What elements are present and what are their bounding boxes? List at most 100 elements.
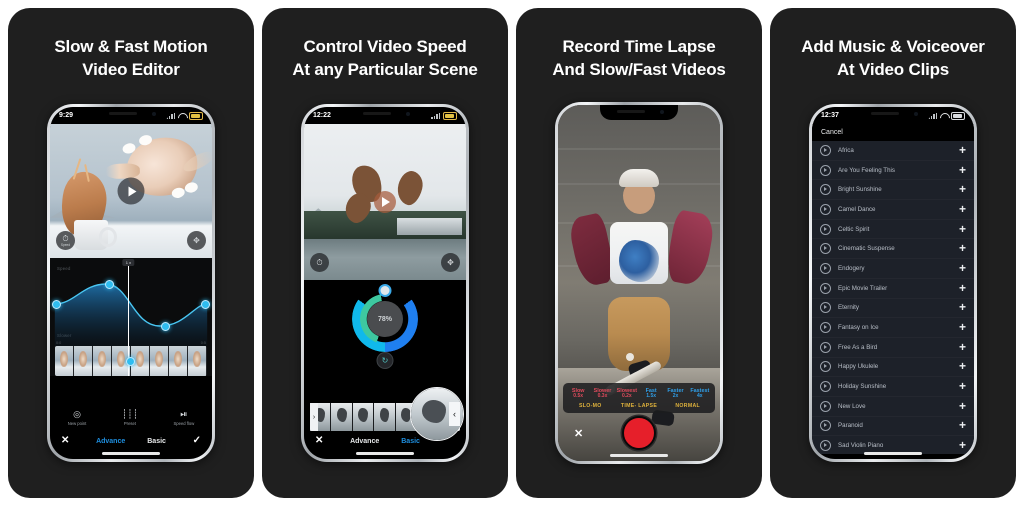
fullscreen-icon[interactable]: ✥ <box>441 253 460 272</box>
cancel-button[interactable]: Cancel <box>821 129 843 136</box>
close-icon[interactable]: ✕ <box>61 436 69 446</box>
plus-icon[interactable]: + <box>959 282 966 294</box>
list-item[interactable]: Epic Movie Trailer + <box>812 279 974 299</box>
shirt-graphic <box>619 240 659 283</box>
pants <box>608 297 670 372</box>
list-item[interactable]: Africa + <box>812 141 974 161</box>
curve-point[interactable] <box>201 300 210 309</box>
status-time: 12:22 <box>313 112 331 119</box>
mode-normal[interactable]: NORMAL <box>663 403 712 409</box>
close-icon[interactable]: ✕ <box>315 436 323 446</box>
play-circle-icon[interactable] <box>820 203 831 215</box>
tab-advance[interactable]: Advance <box>350 438 379 445</box>
tool-preset[interactable]: ┊┊┊ Preset <box>122 410 138 427</box>
speed-option-faster[interactable]: Faster 2x <box>663 388 687 400</box>
curve-point[interactable] <box>52 300 61 309</box>
speed-flow-icon: ⏯ <box>180 409 188 419</box>
play-circle-icon[interactable] <box>820 400 831 412</box>
phone-mockup-2: 12:22 ⏱ ✥ 78% ↻ › ‹ ✕ Advance Basic <box>301 104 469 462</box>
play-icon[interactable] <box>117 177 145 205</box>
plus-icon[interactable]: + <box>959 419 966 431</box>
plus-icon[interactable]: + <box>959 400 966 412</box>
play-circle-icon[interactable] <box>820 144 831 156</box>
tab-advance[interactable]: Advance <box>96 438 125 445</box>
reset-icon[interactable]: ↻ <box>376 352 394 369</box>
play-circle-icon[interactable] <box>820 361 831 373</box>
list-item[interactable]: Fantasy on Ice + <box>812 318 974 338</box>
notch <box>92 107 170 122</box>
music-track-list[interactable]: Africa + Are You Feeling This + Bright Sun… <box>812 141 974 454</box>
plus-icon[interactable]: + <box>959 144 966 156</box>
speed-icon[interactable]: ⏱ Speed <box>56 231 75 250</box>
list-item[interactable]: Endogery + <box>812 259 974 279</box>
play-circle-icon[interactable] <box>820 184 831 196</box>
dial-knob[interactable] <box>378 284 392 297</box>
list-item[interactable]: Happy Ukulele + <box>812 358 974 378</box>
close-icon[interactable]: ✕ <box>574 427 583 440</box>
headline-line-2: And Slow/Fast Videos <box>552 59 726 79</box>
video-preview-1[interactable]: ⏱ Speed ✥ <box>50 124 212 258</box>
time-end: 0:5 <box>200 341 206 345</box>
play-circle-icon[interactable] <box>820 420 831 432</box>
phone-1-screen: 9:29 ⏱ Speed ✥ Speed 1 x 0:0 0:5 ◎ New p… <box>50 107 212 459</box>
plus-icon[interactable]: + <box>959 439 966 451</box>
plus-icon[interactable]: + <box>959 360 966 372</box>
play-circle-icon[interactable] <box>820 302 831 314</box>
magnified-trim-handle[interactable]: ‹ <box>449 402 460 426</box>
list-item[interactable]: Holiday Sunshine + <box>812 377 974 397</box>
speed-option-fast[interactable]: Fast 1.5x <box>639 388 663 400</box>
plus-icon[interactable]: + <box>959 321 966 333</box>
checkmark-icon[interactable]: ✓ <box>193 436 201 446</box>
timeline-handle[interactable] <box>126 357 135 366</box>
panel-2-headline: Control Video Speed At any Particular Sc… <box>262 36 508 82</box>
play-circle-icon[interactable] <box>820 322 831 334</box>
list-item[interactable]: Paranoid + <box>812 417 974 437</box>
speed-option-fastest[interactable]: Fastest 4x <box>688 388 712 400</box>
plus-icon[interactable]: + <box>959 262 966 274</box>
tab-basic[interactable]: Basic <box>147 438 166 445</box>
record-button[interactable] <box>622 416 656 450</box>
list-item[interactable]: Cinematic Suspense + <box>812 239 974 259</box>
play-circle-icon[interactable] <box>820 341 831 353</box>
mode-time-lapse[interactable]: TIME- LAPSE <box>615 403 664 409</box>
play-circle-icon[interactable] <box>820 262 831 274</box>
video-preview-2[interactable]: ⏱ ✥ <box>304 124 466 280</box>
plus-icon[interactable]: + <box>959 223 966 235</box>
fullscreen-icon[interactable]: ✥ <box>187 231 206 250</box>
speed-dial-control[interactable]: 78% ↻ <box>304 280 466 376</box>
plus-icon[interactable]: + <box>959 242 966 254</box>
play-circle-icon[interactable] <box>820 282 831 294</box>
speed-mode-selector[interactable]: Slow 0.5x Slower 0.3x Slowest 0.2x Fast … <box>563 383 715 413</box>
speed-option-slowest[interactable]: Slowest 0.2x <box>615 388 639 400</box>
plus-icon[interactable]: + <box>959 341 966 353</box>
speed-curve-editor[interactable]: Speed Slower <box>50 258 212 376</box>
list-item[interactable]: Celtic Spirit + <box>812 220 974 240</box>
plus-icon[interactable]: + <box>959 164 966 176</box>
curve-point[interactable] <box>105 280 114 289</box>
plus-icon[interactable]: + <box>959 301 966 313</box>
play-circle-icon[interactable] <box>820 223 831 235</box>
plus-icon[interactable]: + <box>959 183 966 195</box>
play-circle-icon[interactable] <box>820 164 831 176</box>
trim-handle-left[interactable]: › <box>310 403 318 431</box>
curve-point[interactable] <box>161 322 170 331</box>
plus-icon[interactable]: + <box>959 380 966 392</box>
plus-icon[interactable]: + <box>959 203 966 215</box>
speed-option-slower[interactable]: Slower 0.3x <box>590 388 614 400</box>
play-circle-icon[interactable] <box>820 381 831 393</box>
tool-speed-flow[interactable]: ⏯ Speed flow <box>174 409 195 427</box>
speed-option-slow[interactable]: Slow 0.5x <box>566 388 590 400</box>
play-icon[interactable] <box>374 191 396 213</box>
list-item[interactable]: Free As a Bird + <box>812 338 974 358</box>
list-item[interactable]: Bright Sunshine + <box>812 180 974 200</box>
list-item[interactable]: Eternity + <box>812 299 974 319</box>
list-item[interactable]: New Love + <box>812 397 974 417</box>
list-item[interactable]: Camel Dance + <box>812 200 974 220</box>
battery-icon <box>189 111 203 120</box>
mode-slo-mo[interactable]: SLO-MO <box>566 403 615 409</box>
play-circle-icon[interactable] <box>820 243 831 255</box>
list-item[interactable]: Are You Feeling This + <box>812 161 974 181</box>
speed-icon[interactable]: ⏱ <box>310 253 329 272</box>
tool-new-point[interactable]: ◎ New point <box>68 410 87 427</box>
play-circle-icon[interactable] <box>820 440 831 452</box>
